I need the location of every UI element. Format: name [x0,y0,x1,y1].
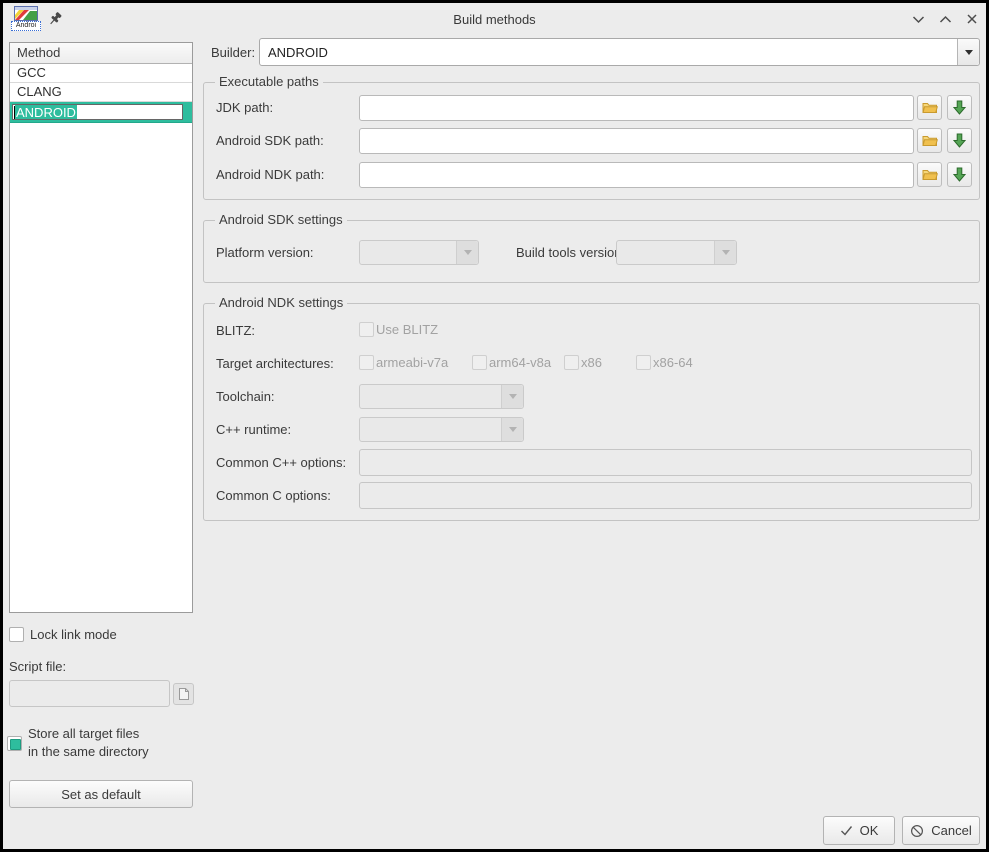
pin-icon [47,11,63,27]
arch-x86-64-checkbox [636,355,651,370]
lock-link-mode-checkbox[interactable] [9,627,24,642]
document-icon [178,687,190,701]
check-icon [840,825,853,836]
builder-dropdown-button[interactable] [957,39,979,65]
use-blitz-option: Use BLITZ [359,322,438,337]
chevron-down-icon [965,50,973,55]
jdk-path-input[interactable] [359,95,914,121]
arch-arm64-v8a-option: arm64-v8a [472,355,551,370]
android-sdk-path-label: Android SDK path: [216,133,324,148]
chevron-up-button[interactable] [937,11,953,27]
folder-icon [922,101,938,114]
folder-icon [922,134,938,147]
android-sdk-settings-group: Android SDK settings Platform version: B… [203,220,980,283]
android-ndk-settings-group: Android NDK settings BLITZ: Use BLITZ Ta… [203,303,980,521]
use-blitz-label: Use BLITZ [376,322,438,337]
titlebar: Androi Build methods [3,3,986,35]
common-cpp-options-label: Common C++ options: [216,455,346,470]
android-sdk-path-input[interactable] [359,128,914,154]
cancel-button[interactable]: Cancel [902,816,980,845]
common-c-options-label: Common C options: [216,488,331,503]
arch-x86-option: x86 [564,355,602,370]
script-file-label: Script file: [9,659,66,674]
jdk-path-browse-button[interactable] [917,95,942,120]
android-ndk-path-label: Android NDK path: [216,167,324,182]
lock-link-mode-label: Lock link mode [30,627,117,642]
cpp-runtime-label: C++ runtime: [216,422,291,437]
jdk-path-label: JDK path: [216,100,273,115]
method-row-gcc[interactable]: GCC [10,64,192,83]
executable-paths-group: Executable paths JDK path: Android SDK p… [203,82,980,200]
chevron-down-icon [456,241,478,264]
app-icon: Androi [11,6,41,32]
target-architectures-label: Target architectures: [216,356,334,371]
app-window-icon [14,6,38,21]
folder-icon [922,168,938,181]
executable-paths-title: Executable paths [215,74,323,89]
platform-version-combobox [359,240,479,265]
close-button[interactable] [964,11,980,27]
method-row-android[interactable]: ANDROID [10,102,192,123]
arch-arm64-v8a-checkbox [472,355,487,370]
cancel-icon [910,824,924,838]
android-ndk-settings-title: Android NDK settings [215,295,347,310]
chevron-down-icon [501,385,523,408]
method-name-selected-text: ANDROID [15,105,77,120]
build-tools-version-label: Build tools version: [516,245,625,260]
common-c-options-input[interactable] [359,482,972,509]
arch-armeabi-v7a-option: armeabi-v7a [359,355,448,370]
script-file-browse-button[interactable] [173,683,194,705]
green-down-arrow-icon [953,100,966,115]
method-list-header: Method [10,43,192,64]
chevron-down-icon [501,418,523,441]
method-list: Method GCC CLANG ANDROID [9,42,193,613]
build-methods-dialog: Androi Build methods [0,0,989,852]
android-ndk-path-input[interactable] [359,162,914,188]
set-as-default-button[interactable]: Set as default [9,780,193,808]
arch-x86-checkbox [564,355,579,370]
chevron-down-icon [912,14,925,25]
build-tools-version-combobox [616,240,737,265]
platform-version-label: Platform version: [216,245,314,260]
builder-value: ANDROID [268,39,328,65]
lock-link-mode-row: Lock link mode [9,627,117,642]
chevron-down-button[interactable] [910,11,926,27]
green-down-arrow-icon [953,167,966,182]
pin-button[interactable] [45,9,65,29]
toolchain-label: Toolchain: [216,389,275,404]
chevron-down-icon [714,241,736,264]
window-title: Build methods [103,12,886,27]
script-file-input[interactable] [9,680,170,707]
store-target-files-row: Store all target files in the same direc… [7,725,149,761]
toolchain-combobox [359,384,524,409]
builder-combobox[interactable]: ANDROID [259,38,980,66]
close-icon [966,13,978,25]
chevron-up-icon [939,14,952,25]
ok-button[interactable]: OK [823,816,895,845]
method-name-editor[interactable]: ANDROID [12,104,183,120]
android-sdk-path-browse-button[interactable] [917,128,942,153]
android-sdk-settings-title: Android SDK settings [215,212,347,227]
android-ndk-path-browse-button[interactable] [917,162,942,187]
builder-label: Builder: [211,45,255,60]
android-ndk-path-download-button[interactable] [947,162,972,187]
android-sdk-path-download-button[interactable] [947,128,972,153]
arch-armeabi-v7a-checkbox [359,355,374,370]
app-icon-label: Androi [11,21,41,31]
use-blitz-checkbox [359,322,374,337]
jdk-path-download-button[interactable] [947,95,972,120]
blitz-label: BLITZ: [216,323,255,338]
common-cpp-options-input[interactable] [359,449,972,476]
cpp-runtime-combobox [359,417,524,442]
arch-x86-64-option: x86-64 [636,355,693,370]
green-down-arrow-icon [953,133,966,148]
method-row-clang[interactable]: CLANG [10,83,192,102]
store-target-files-label: Store all target files in the same direc… [28,725,149,761]
store-target-files-checkbox[interactable] [7,736,22,751]
